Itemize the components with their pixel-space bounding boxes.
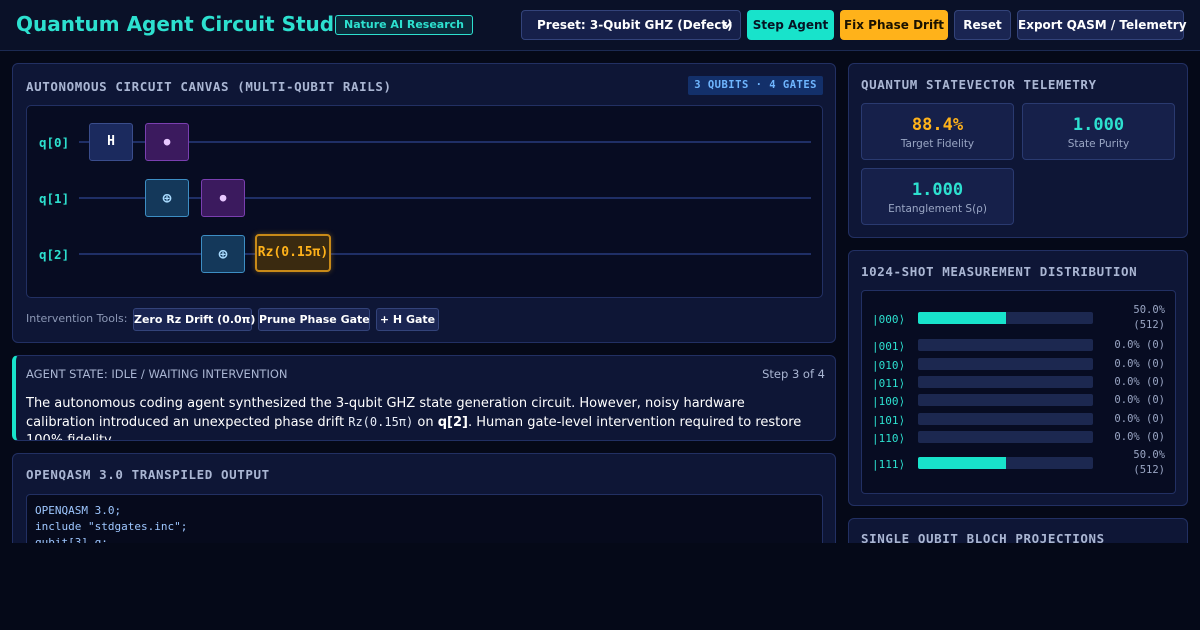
probability-bar-track [918, 394, 1093, 406]
circuit-panel-title: AUTONOMOUS CIRCUIT CANVAS (MULTI-QUBIT R… [26, 79, 392, 94]
h-gate-q0[interactable]: H [89, 123, 133, 161]
probability-bar-track [918, 457, 1093, 469]
basis-state-label: |100⟩ [872, 395, 906, 408]
metric-value: 1.000 [1072, 115, 1125, 135]
app-title: Quantum Agent Circuit Studio [16, 12, 355, 36]
research-badge: Nature AI Research [335, 15, 474, 35]
agent-state-panel: AGENT STATE: IDLE / WAITING INTERVENTION… [12, 355, 836, 441]
basis-state-label: |010⟩ [872, 359, 906, 372]
cnot-target-q1[interactable]: ⊕ [145, 179, 189, 217]
agent-message-qubit: q[2] [437, 415, 468, 430]
basis-state-label: |110⟩ [872, 432, 906, 445]
fix-phase-drift-button[interactable]: Fix Phase Drift [840, 10, 948, 40]
probability-text: 0.0% (0) [1114, 431, 1165, 443]
metric-label: State Purity [1067, 138, 1130, 150]
qubit-rail-2 [79, 253, 811, 255]
page-bottom-background [0, 543, 1200, 630]
basis-state-label: |111⟩ [872, 458, 906, 471]
probability-text: 50.0% (512) [1133, 304, 1165, 331]
probability-bar-track [918, 376, 1093, 388]
metric-entanglement: 1.000 Entanglement S(ρ) [861, 168, 1014, 225]
qubit-label-0: q[0] [39, 135, 70, 150]
qasm-panel-title: OPENQASM 3.0 TRANSPILED OUTPUT [26, 467, 270, 482]
probability-bar-track [918, 358, 1093, 370]
metric-state-purity: 1.000 State Purity [1022, 103, 1175, 160]
zero-rz-drift-button[interactable]: Zero Rz Drift (0.0π) [133, 308, 255, 331]
probability-bar-track [918, 339, 1093, 351]
probability-text: 0.0% (0) [1114, 339, 1165, 351]
qasm-line: OPENQASM 3.0; [35, 504, 122, 517]
agent-message-part2: on [413, 415, 438, 430]
cnot-control-q0[interactable]: ● [145, 123, 189, 161]
probability-bar-track [918, 413, 1093, 425]
qasm-line: include "stdgates.inc"; [35, 520, 188, 533]
export-qasm-button[interactable]: Export QASM / Telemetry [1017, 10, 1187, 40]
metric-label: Target Fidelity [900, 138, 975, 150]
agent-message-gate: Rz(0.15π) [348, 415, 414, 429]
chevron-down-icon [722, 11, 732, 51]
basis-state-label: |011⟩ [872, 377, 906, 390]
prune-phase-gate-button[interactable]: Prune Phase Gate [258, 308, 370, 331]
measurement-panel: 1024-SHOT MEASUREMENT DISTRIBUTION |000⟩… [848, 250, 1188, 506]
telemetry-panel: QUANTUM STATEVECTOR TELEMETRY 88.4% Targ… [848, 63, 1188, 238]
circuit-canvas[interactable]: q[0] q[1] q[2] H ● ⊕ ● ⊕ Rz(0.15π) [26, 105, 823, 298]
cnot-control-q1[interactable]: ● [201, 179, 245, 217]
top-bar: Quantum Agent Circuit Studio Nature AI R… [0, 0, 1200, 51]
rz-drift-gate-q2[interactable]: Rz(0.15π) [255, 234, 331, 272]
circuit-panel: AUTONOMOUS CIRCUIT CANVAS (MULTI-QUBIT R… [12, 63, 836, 343]
probability-text: 0.0% (0) [1114, 394, 1165, 406]
probability-text: 0.0% (0) [1114, 376, 1165, 388]
probability-bar-track [918, 312, 1093, 324]
basis-state-label: |000⟩ [872, 313, 906, 326]
measurement-histogram: |000⟩ 50.0% (512) |001⟩ 0.0% (0) |010⟩ 0.0% (… [861, 290, 1176, 494]
agent-step-counter: Step 3 of 4 [762, 367, 825, 381]
probability-bar-fill [918, 312, 1006, 324]
probability-bar-track [918, 431, 1093, 443]
measurement-panel-title: 1024-SHOT MEASUREMENT DISTRIBUTION [861, 264, 1138, 279]
metric-target-fidelity: 88.4% Target Fidelity [861, 103, 1014, 160]
qubit-label-1: q[1] [39, 191, 70, 206]
metric-value: 1.000 [911, 180, 964, 200]
preset-select[interactable]: Preset: 3-Qubit GHZ (Defect) [521, 10, 741, 40]
agent-message: The autonomous coding agent synthesized … [26, 395, 816, 440]
probability-text: 0.0% (0) [1114, 413, 1165, 425]
agent-state-label: AGENT STATE: IDLE / WAITING INTERVENTION [26, 367, 288, 381]
probability-bar-fill [918, 457, 1006, 469]
probability-text: 0.0% (0) [1114, 358, 1165, 370]
preset-select-value: Preset: 3-Qubit GHZ (Defect) [537, 18, 733, 32]
metric-label: Entanglement S(ρ) [888, 203, 987, 215]
reset-button[interactable]: Reset [954, 10, 1011, 40]
basis-state-label: |101⟩ [872, 414, 906, 427]
cnot-target-q2[interactable]: ⊕ [201, 235, 245, 273]
telemetry-panel-title: QUANTUM STATEVECTOR TELEMETRY [861, 77, 1097, 92]
intervention-tools-label: Intervention Tools: [26, 312, 128, 325]
metric-value: 88.4% [911, 115, 964, 135]
step-agent-button[interactable]: Step Agent [747, 10, 834, 40]
add-h-gate-button[interactable]: + H Gate [376, 308, 439, 331]
basis-state-label: |001⟩ [872, 340, 906, 353]
probability-text: 50.0% (512) [1133, 449, 1165, 476]
qubit-gate-count-badge: 3 QUBITS · 4 GATES [688, 76, 823, 95]
qubit-label-2: q[2] [39, 247, 70, 262]
